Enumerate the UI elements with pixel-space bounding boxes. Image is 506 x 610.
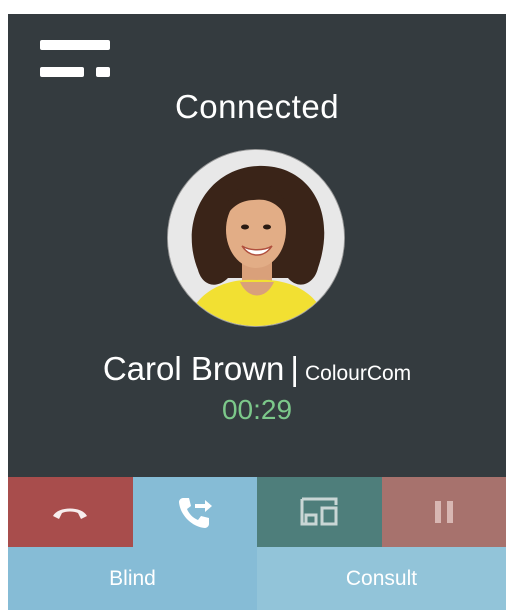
call-screen: Connected Carol Brown|ColourCom 00:29 [8,14,506,610]
hang-up-button[interactable] [8,477,133,547]
pause-icon [434,501,453,523]
caller-company: ColourCom [304,362,412,385]
menu-bar-top [40,40,110,50]
hang-up-icon [53,508,88,519]
device-switch-icon [300,497,338,526]
menu-bar-bottom-long [40,67,84,77]
call-status: Connected [174,88,340,125]
menu-icon[interactable] [40,38,112,80]
call-timer: 00:29 [221,394,293,425]
transfer-call-icon [178,498,212,528]
caller-info: Carol Brown | ColourCom [8,350,506,388]
device-switch-button[interactable] [257,477,382,547]
call-actions [8,477,506,547]
caller-avatar [168,150,344,326]
transfer-options: Blind Consult [8,547,506,610]
caller-name: Carol Brown [102,350,285,387]
transfer-button[interactable] [132,477,257,547]
blind-transfer-button[interactable]: Blind [8,547,257,610]
hold-button[interactable] [381,477,506,547]
consult-transfer-button[interactable]: Consult [257,547,506,610]
caller-separator: | [290,350,299,387]
menu-bar-bottom-short [96,67,110,77]
